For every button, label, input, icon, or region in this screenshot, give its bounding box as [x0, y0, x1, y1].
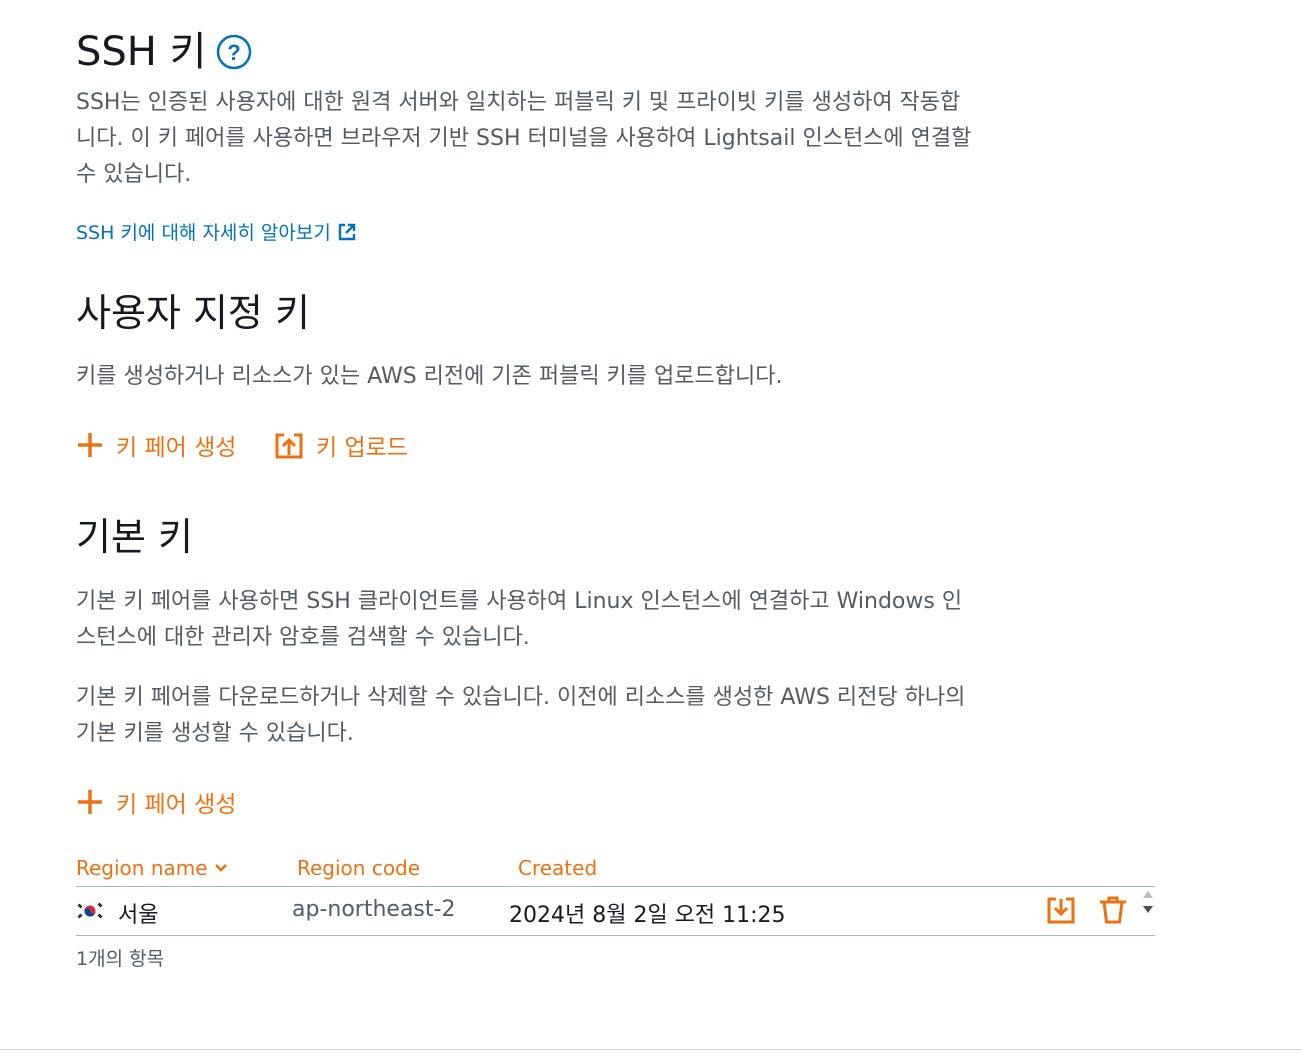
sort-chevron-down-icon	[214, 864, 227, 872]
create-default-key-pair-button[interactable]: 키 페어 생성	[76, 785, 236, 819]
scroll-up-icon[interactable]	[1143, 891, 1153, 898]
trash-icon	[1100, 896, 1126, 924]
default-keys-heading: 기본 키	[76, 515, 193, 559]
create-key-pair-button[interactable]: 키 페어 생성	[76, 428, 236, 462]
region-name-cell: 서울	[118, 903, 159, 928]
create-key-pair-label: 키 페어 생성	[116, 435, 237, 461]
upload-key-button[interactable]: 키 업로드	[274, 428, 408, 462]
scroll-down-icon[interactable]	[1143, 906, 1153, 913]
ssh-title-row: SSH 키 ?	[76, 28, 252, 76]
help-icon[interactable]: ?	[216, 34, 252, 74]
column-header-region-code[interactable]: Region code	[297, 856, 420, 880]
download-icon	[1047, 897, 1075, 924]
delete-key-button[interactable]	[1098, 895, 1128, 931]
created-cell: 2024년 8월 2일 오전 11:25	[509, 903, 786, 928]
custom-keys-description: 키를 생성하거나 리소스가 있는 AWS 리전에 기존 퍼블릭 키를 업로드합니…	[76, 364, 783, 389]
upload-key-label: 키 업로드	[316, 435, 408, 461]
svg-text:?: ?	[228, 40, 241, 65]
learn-more-label: SSH 키에 대해 자세히 알아보기	[76, 222, 331, 244]
region-code-cell: ap-northeast-2	[292, 897, 456, 922]
download-key-button[interactable]	[1046, 895, 1076, 931]
table-row: 서울 ap-northeast-2 2024년 8월 2일 오전 11:25	[76, 886, 1155, 936]
ssh-description: SSH는 인증된 사용자에 대한 원격 서버와 일치하는 퍼블릭 키 및 프라이…	[76, 90, 972, 187]
column-header-region-name[interactable]: Region name	[76, 856, 229, 880]
table-header: Region name Region code Created	[76, 852, 1155, 886]
custom-keys-heading: 사용자 지정 키	[76, 291, 310, 335]
upload-icon	[275, 433, 303, 459]
default-keys-description-1: 기본 키 페어를 사용하면 SSH 클라이언트를 사용하여 Linux 인스턴스…	[76, 589, 963, 650]
external-link-icon	[338, 223, 356, 240]
create-default-key-pair-label: 키 페어 생성	[116, 792, 237, 818]
row-actions	[1046, 895, 1128, 931]
page-title: SSH 키	[76, 29, 207, 75]
column-header-created[interactable]: Created	[518, 856, 597, 880]
learn-more-link[interactable]: SSH 키에 대해 자세히 알아보기	[76, 218, 357, 245]
bottom-divider	[0, 1049, 1302, 1050]
item-count: 1개의 항목	[76, 948, 165, 970]
default-keys-table: Region name Region code Created 서울 ap-no…	[76, 852, 1155, 936]
table-scrollbar[interactable]	[1143, 891, 1153, 913]
south-korea-flag-icon	[76, 900, 104, 922]
plus-icon	[78, 433, 102, 457]
plus-icon	[78, 790, 102, 814]
default-keys-description-2: 기본 키 페어를 다운로드하거나 삭제할 수 있습니다. 이전에 리소스를 생성…	[76, 685, 966, 746]
